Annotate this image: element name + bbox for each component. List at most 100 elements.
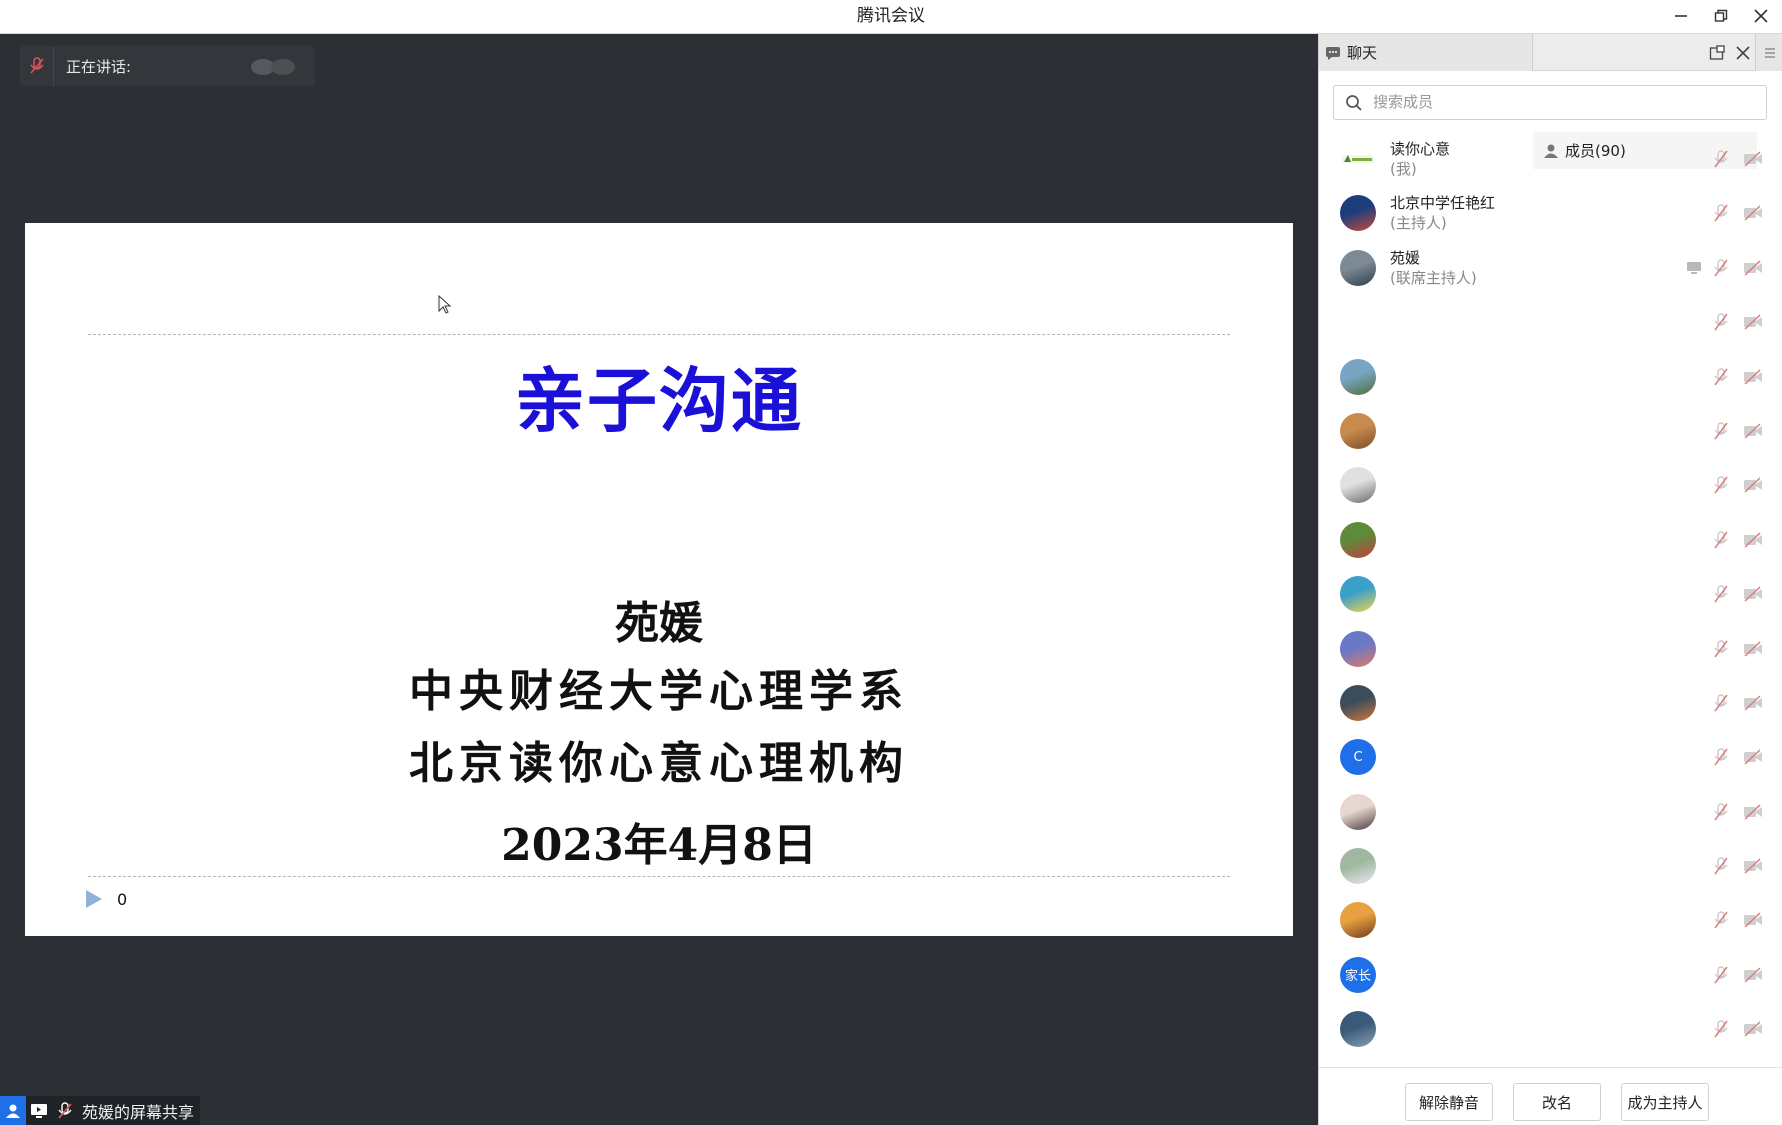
mic-muted-icon[interactable] — [1713, 475, 1729, 499]
member-name: 苑媛 — [1390, 248, 1421, 267]
member-row[interactable]: 读你心意 (我) — [1319, 132, 1782, 186]
menu-icon[interactable] — [1755, 34, 1782, 71]
member-row[interactable]: 北京中学任艳红 (主持人) — [1319, 186, 1782, 240]
mic-muted-icon[interactable] — [1713, 367, 1729, 391]
member-row[interactable]: C — [1319, 730, 1782, 784]
member-row[interactable]: 苑媛 (联席主持人) — [1319, 241, 1782, 295]
camera-off-icon[interactable] — [1743, 1021, 1763, 1041]
member-search[interactable] — [1333, 85, 1767, 120]
avatar — [1340, 467, 1376, 504]
screen-share-label: 苑媛的屏幕共享 — [82, 1102, 195, 1122]
avatar — [1340, 304, 1376, 340]
camera-off-icon[interactable] — [1743, 640, 1763, 661]
member-role: (联席主持人) — [1390, 268, 1477, 287]
mic-muted-icon[interactable] — [1713, 149, 1729, 173]
panel-tools — [1709, 34, 1751, 71]
member-row[interactable] — [1319, 622, 1782, 676]
member-role: (我) — [1390, 160, 1417, 178]
mic-muted-icon[interactable] — [1713, 203, 1729, 227]
member-row[interactable] — [1319, 785, 1782, 839]
mic-muted-icon[interactable] — [20, 46, 54, 86]
member-row[interactable] — [1319, 458, 1782, 512]
user-icon[interactable] — [0, 1096, 26, 1125]
popout-icon[interactable] — [1709, 44, 1725, 61]
minimize-icon[interactable] — [1668, 3, 1694, 29]
member-row[interactable] — [1319, 893, 1782, 947]
mic-muted-icon[interactable] — [1713, 312, 1729, 336]
member-row[interactable] — [1319, 839, 1782, 893]
mic-muted-icon[interactable] — [1713, 584, 1729, 608]
camera-off-icon[interactable] — [1743, 151, 1763, 171]
avatar — [1340, 141, 1376, 177]
camera-off-icon[interactable] — [1743, 804, 1763, 824]
slide-affiliation-2: 北京读你心意心理机构 — [409, 738, 909, 789]
slide-affiliation-1: 中央财经大学心理学系 — [409, 666, 909, 717]
mic-muted-icon[interactable] — [1713, 802, 1729, 826]
mic-muted-icon[interactable] — [52, 1096, 78, 1125]
mic-muted-icon[interactable] — [1713, 747, 1729, 771]
camera-off-icon[interactable] — [1743, 369, 1763, 389]
camera-off-icon[interactable] — [1743, 858, 1763, 878]
mic-muted-icon[interactable] — [1713, 693, 1729, 717]
chat-icon — [1326, 46, 1340, 60]
panel-footer: 解除静音 改名 成为主持人 — [1319, 1067, 1782, 1125]
avatar — [1340, 630, 1376, 667]
camera-off-icon[interactable] — [1743, 314, 1763, 334]
restore-icon[interactable] — [1708, 3, 1734, 29]
rename-button[interactable]: 改名 — [1513, 1083, 1601, 1121]
avatar — [1340, 848, 1376, 885]
tab-chat[interactable]: 聊天 — [1319, 34, 1533, 71]
avatar — [1340, 793, 1376, 830]
search-input[interactable] — [1373, 94, 1766, 111]
unmute-button[interactable]: 解除静音 — [1405, 1083, 1493, 1121]
member-row[interactable] — [1319, 1002, 1782, 1056]
camera-off-icon[interactable] — [1743, 205, 1763, 225]
mic-muted-icon[interactable] — [1713, 530, 1729, 554]
mic-muted-icon[interactable] — [1713, 639, 1729, 663]
screen-share-icon — [1686, 260, 1702, 279]
slide-divider-top — [88, 334, 1230, 335]
slide-author: 苑媛 — [615, 598, 703, 649]
camera-off-icon[interactable] — [1743, 912, 1763, 932]
camera-off-icon[interactable] — [1743, 695, 1763, 715]
member-row[interactable] — [1319, 404, 1782, 458]
panel-tabs: 聊天 成员(90) — [1319, 34, 1782, 169]
avatar — [1340, 1011, 1376, 1048]
member-row[interactable] — [1319, 513, 1782, 567]
mic-muted-icon[interactable] — [1713, 421, 1729, 445]
camera-off-icon[interactable] — [1743, 749, 1763, 769]
slide-title: 亲子沟通 — [515, 359, 803, 442]
member-row[interactable]: 家长 — [1319, 948, 1782, 1002]
camera-off-icon[interactable] — [1743, 423, 1763, 443]
camera-off-icon[interactable] — [1743, 967, 1763, 987]
screen-share-icon[interactable] — [26, 1096, 52, 1125]
member-row[interactable] — [1319, 676, 1782, 730]
slide-counter: 0 — [117, 889, 128, 909]
avatar — [1340, 684, 1376, 721]
meeting-stage: 正在讲话: 亲子沟通 苑媛 中央财经大学心理学系 北京读你心意心理机构 2023… — [0, 34, 1318, 1125]
close-icon[interactable] — [1748, 3, 1774, 29]
camera-off-icon[interactable] — [1743, 532, 1763, 552]
speaker-avatar-blurred — [251, 59, 295, 75]
camera-off-icon[interactable] — [1743, 477, 1763, 497]
close-panel-icon[interactable] — [1735, 45, 1751, 61]
mic-muted-icon[interactable] — [1713, 1019, 1729, 1043]
slide-divider-bottom — [88, 876, 1230, 877]
play-icon[interactable] — [85, 889, 103, 909]
member-name: 北京中学任艳红 — [1390, 194, 1496, 213]
member-role: (主持人) — [1390, 214, 1447, 233]
member-name: 读你心意 — [1390, 140, 1451, 158]
member-row[interactable] — [1319, 350, 1782, 404]
member-row[interactable] — [1319, 567, 1782, 621]
slide-date: 2023年4月8日 — [501, 820, 817, 871]
member-row[interactable] — [1319, 295, 1782, 349]
mic-muted-icon[interactable] — [1713, 258, 1729, 282]
camera-off-icon[interactable] — [1743, 586, 1763, 606]
slide-playback: 0 — [85, 889, 127, 909]
make-host-button[interactable]: 成为主持人 — [1621, 1083, 1709, 1121]
avatar — [1340, 576, 1376, 613]
mic-muted-icon[interactable] — [1713, 965, 1729, 989]
mic-muted-icon[interactable] — [1713, 856, 1729, 880]
mic-muted-icon[interactable] — [1713, 910, 1729, 934]
camera-off-icon[interactable] — [1743, 260, 1763, 280]
